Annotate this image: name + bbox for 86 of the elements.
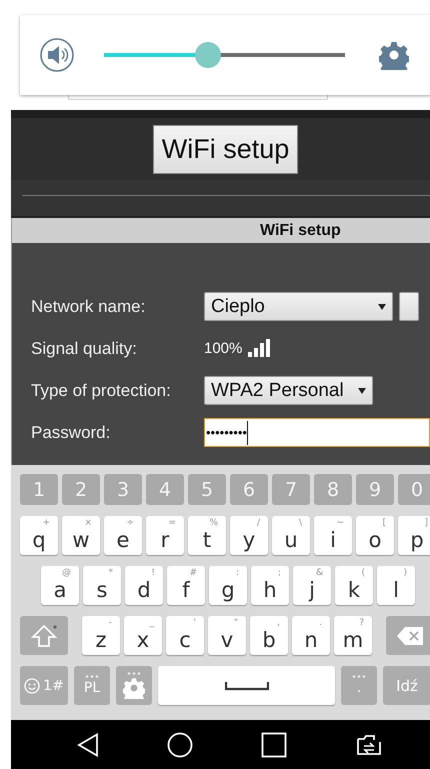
key-hint: : — [236, 568, 239, 578]
letter-key[interactable]: @ a — [41, 566, 79, 605]
more-dots-icon — [352, 675, 366, 678]
letter-key[interactable]: - z — [82, 616, 120, 655]
key-hint: ( — [361, 568, 365, 578]
dropdown[interactable]: Cieplo — [204, 292, 393, 321]
settings-icon — [379, 40, 409, 70]
backspace-key[interactable] — [386, 616, 430, 655]
letter-key[interactable]: & j — [293, 566, 331, 605]
letter-key[interactable]: # f — [167, 566, 205, 605]
letter-key[interactable]: = r — [146, 516, 184, 555]
letter-key[interactable]: × w — [62, 516, 100, 555]
wifi-setup-button[interactable]: WiFi setup — [152, 124, 298, 174]
key-hint: × — [84, 518, 92, 528]
letter-key[interactable]: ( k — [335, 566, 373, 605]
key-hint: [ — [382, 518, 386, 528]
key-hint: ] — [424, 518, 428, 528]
letter-key[interactable]: * s — [83, 566, 121, 605]
letter-key[interactable]: . n — [292, 616, 330, 655]
key-hint: ) — [403, 568, 407, 578]
key-hint: . — [319, 618, 322, 628]
key-hint: / — [256, 518, 260, 528]
letter-key[interactable]: ' c — [166, 616, 204, 655]
settings-key[interactable] — [116, 666, 152, 705]
letter-key[interactable]: ; h — [251, 566, 289, 605]
letter-key[interactable]: ? m — [334, 616, 372, 655]
caret-icon — [378, 304, 386, 310]
backspace-icon — [397, 626, 423, 644]
recents-icon — [261, 732, 287, 758]
key-hint: & — [316, 568, 323, 578]
field-label: Signal quality: — [30, 338, 138, 358]
side-button[interactable] — [399, 292, 419, 321]
key-hint: * — [108, 568, 113, 578]
key-hint: - — [108, 618, 112, 628]
letter-key[interactable]: / y — [230, 516, 268, 555]
settings-icon — [123, 677, 145, 699]
key-hint: ; — [278, 568, 281, 578]
signal-bars-icon — [248, 338, 270, 358]
key-hint: % — [209, 518, 218, 528]
key-hint: ÷ — [126, 518, 134, 528]
key-hint: ! — [151, 568, 155, 578]
key-hint: = — [168, 518, 176, 528]
caret-icon — [358, 388, 366, 394]
dropdown[interactable]: WPA2 Personal — [204, 376, 373, 405]
more-dots-icon — [127, 672, 141, 675]
key-hint: ~ — [336, 518, 344, 528]
field-label: Type of protection: — [30, 380, 172, 400]
key-hint: + — [42, 518, 50, 528]
letter-key[interactable]: \ u — [272, 516, 310, 555]
shift-icon — [31, 624, 57, 648]
speaker-icon — [39, 37, 75, 73]
letter-key[interactable]: ~ i — [314, 516, 352, 555]
field-label: Password: — [30, 422, 112, 442]
letter-key[interactable]: [ o — [356, 516, 394, 555]
more-dots-icon — [85, 675, 99, 678]
letter-key[interactable]: ) l — [377, 566, 415, 605]
space-key[interactable] — [158, 666, 335, 705]
key-hint: , — [277, 618, 280, 628]
key-hint: _ — [150, 618, 154, 628]
password-field[interactable]: ••••••••• — [204, 418, 430, 447]
letter-key[interactable]: ÷ e — [104, 516, 142, 555]
letter-key[interactable]: " v — [208, 616, 246, 655]
home-icon — [167, 732, 193, 758]
space-bar-icon — [224, 680, 268, 690]
switch-windows-icon — [355, 732, 383, 756]
letter-key[interactable]: _ x — [124, 616, 162, 655]
letter-key[interactable]: ! d — [125, 566, 163, 605]
shift-key[interactable] — [20, 616, 68, 655]
letter-key[interactable]: % t — [188, 516, 226, 555]
key-hint: # — [189, 568, 197, 578]
signal-value: 100% — [204, 340, 242, 357]
key-hint: \ — [298, 518, 302, 528]
letter-key[interactable]: ] p — [398, 516, 430, 555]
letter-key[interactable]: , b — [250, 616, 288, 655]
smiley-icon — [24, 678, 40, 694]
key-hint: @ — [62, 568, 71, 578]
letter-key[interactable]: + q — [20, 516, 58, 555]
dialog-title: WiFi setup — [12, 218, 430, 243]
field-label: Network name: — [30, 296, 146, 316]
key-hint: " — [234, 618, 238, 628]
slider-thumb[interactable] — [194, 42, 221, 68]
key-hint: ' — [194, 618, 196, 628]
key-hint: ? — [359, 618, 364, 628]
volume-slider[interactable] — [104, 42, 345, 68]
back-icon — [77, 732, 99, 756]
letter-key[interactable]: : g — [209, 566, 247, 605]
